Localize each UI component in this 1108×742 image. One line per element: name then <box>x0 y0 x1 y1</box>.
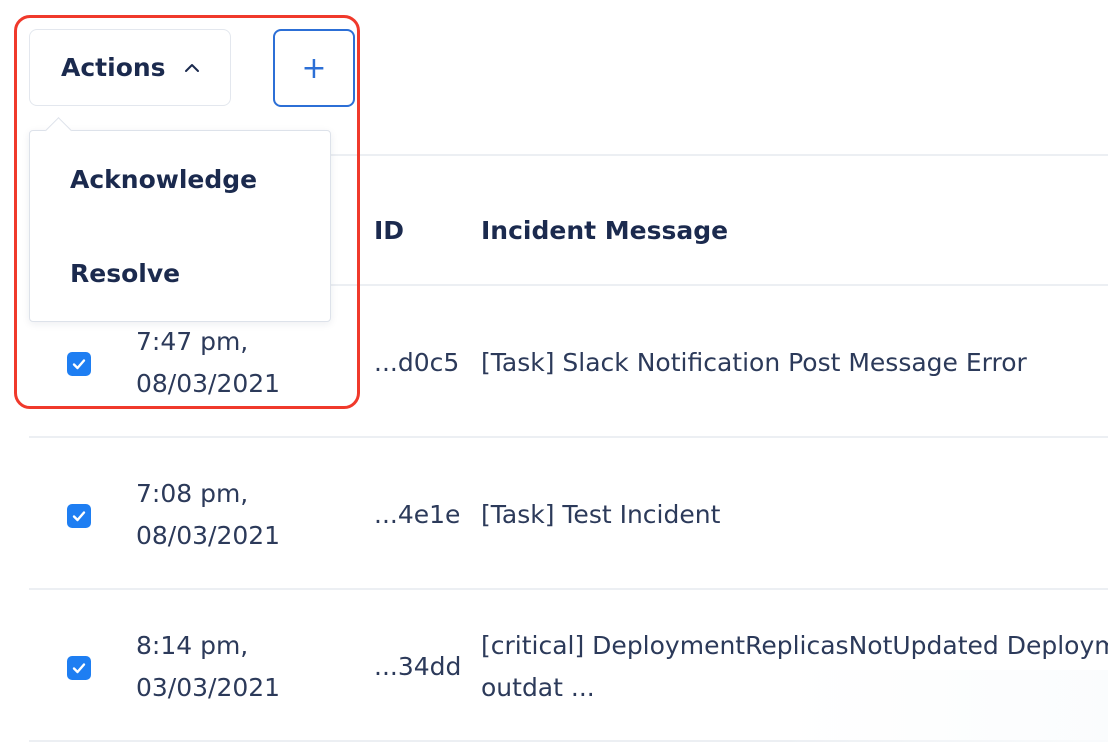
checkmark-icon <box>72 359 86 370</box>
row-checkbox[interactable] <box>67 352 91 376</box>
column-header-incident-message[interactable]: Incident Message <box>481 216 728 245</box>
bottom-fade <box>780 670 1108 742</box>
column-header-id[interactable]: ID <box>374 216 404 245</box>
row-divider <box>29 436 1108 438</box>
row-date: 03/03/2021 <box>136 673 281 702</box>
row-time: 7:08 pm, <box>136 479 249 508</box>
row-time: 7:47 pm, <box>136 327 249 356</box>
row-checkbox[interactable] <box>67 656 91 680</box>
row-id: ...34dd <box>374 652 462 681</box>
row-message: [Task] Slack Notification Post Message E… <box>481 348 1027 377</box>
menu-item-acknowledge[interactable]: Acknowledge <box>70 165 257 194</box>
row-divider <box>29 588 1108 590</box>
row-id: ...d0c5 <box>374 348 460 377</box>
plus-icon: + <box>301 50 327 86</box>
checkmark-icon <box>72 511 86 522</box>
actions-dropdown-button[interactable]: Actions <box>29 29 231 106</box>
actions-menu: Acknowledge Resolve <box>29 130 331 322</box>
menu-item-resolve[interactable]: Resolve <box>70 259 180 288</box>
row-date: 08/03/2021 <box>136 521 281 550</box>
row-date: 08/03/2021 <box>136 369 281 398</box>
row-message: [Task] Test Incident <box>481 500 721 529</box>
row-message: [critical] DeploymentReplicasNotUpdated … <box>481 631 1108 660</box>
chevron-up-icon <box>184 63 200 73</box>
row-checkbox[interactable] <box>67 504 91 528</box>
row-message-continued: outdat ... <box>481 673 595 702</box>
add-incident-button[interactable]: + <box>273 29 355 107</box>
actions-button-label: Actions <box>61 53 166 82</box>
row-id: ...4e1e <box>374 500 461 529</box>
checkmark-icon <box>72 663 86 674</box>
row-time: 8:14 pm, <box>136 631 249 660</box>
